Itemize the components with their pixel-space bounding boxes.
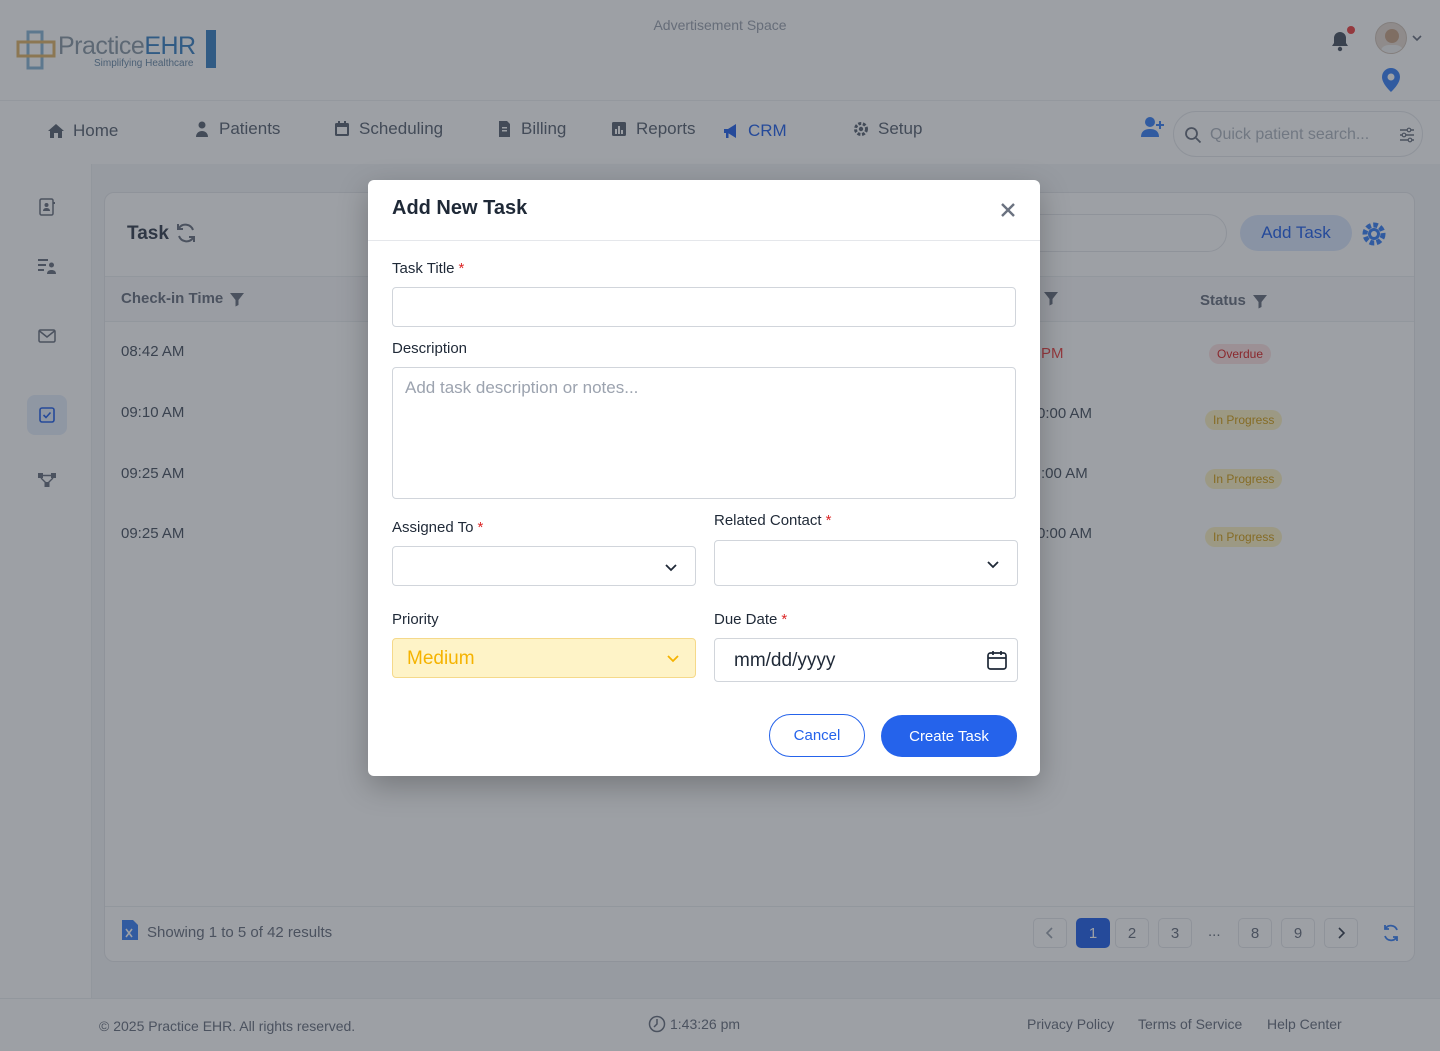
related-contact-label: Related Contact * bbox=[714, 512, 832, 529]
modal-title: Add New Task bbox=[392, 197, 528, 219]
task-title-field[interactable] bbox=[392, 287, 1016, 327]
due-date-placeholder: mm/dd/yyyy bbox=[734, 650, 836, 671]
add-task-modal: Add New Task Task Title* Description Ass… bbox=[368, 180, 1040, 776]
chevron-down-icon bbox=[987, 561, 999, 569]
description-label: Description bbox=[392, 340, 468, 357]
modal-header: Add New Task bbox=[368, 180, 1040, 241]
related-contact-select[interactable] bbox=[714, 540, 1018, 586]
priority-label: Priority bbox=[392, 611, 439, 628]
description-textarea[interactable] bbox=[393, 368, 1015, 498]
chevron-down-icon bbox=[665, 564, 677, 572]
priority-select[interactable]: Medium bbox=[392, 638, 696, 678]
chevron-down-icon bbox=[667, 655, 679, 663]
create-task-button[interactable]: Create Task bbox=[881, 715, 1017, 757]
due-date-label: Due Date * bbox=[714, 611, 788, 628]
due-date-input[interactable]: mm/dd/yyyy bbox=[714, 638, 1018, 682]
cancel-button[interactable]: Cancel bbox=[769, 714, 865, 757]
assigned-to-select[interactable] bbox=[392, 546, 696, 586]
assigned-to-label: Assigned To * bbox=[392, 519, 484, 536]
priority-value: Medium bbox=[407, 648, 475, 669]
task-title-label: Task Title * bbox=[392, 260, 465, 277]
description-field[interactable] bbox=[392, 367, 1016, 499]
calendar-icon[interactable] bbox=[986, 649, 1008, 671]
close-icon[interactable] bbox=[998, 200, 1018, 220]
task-title-input[interactable] bbox=[393, 288, 1015, 326]
